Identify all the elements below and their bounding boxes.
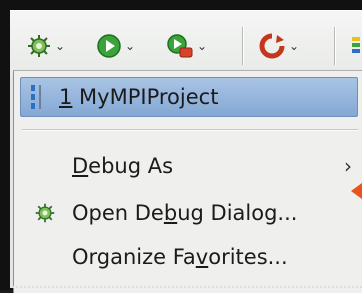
orange-marker-arrow	[351, 183, 362, 199]
organize-text-post: orites...	[208, 245, 288, 269]
debug-dropdown-arrow[interactable]: ⌄	[55, 39, 65, 53]
chart-toolbar-button[interactable]	[350, 29, 362, 63]
open-dialog-text-post: ug Dialog...	[177, 201, 298, 225]
debug-dropdown-menu: 1 MyMPIProject Debug As › Open Debug Dia…	[13, 70, 362, 293]
menu-separator	[22, 129, 358, 131]
refresh-icon	[259, 33, 285, 59]
menu-item-recent-launch-label: 1 MyMPIProject	[59, 85, 218, 109]
profile-dropdown-arrow[interactable]: ⌄	[289, 39, 299, 53]
debug-as-mnemonic: D	[72, 154, 89, 178]
external-tools-dropdown-arrow[interactable]: ⌄	[197, 39, 207, 53]
run-dropdown-arrow[interactable]: ⌄	[125, 39, 135, 53]
external-tools-button[interactable]: ⌄	[166, 29, 207, 63]
organize-mnemonic: v	[195, 245, 209, 269]
menu-item-open-debug-dialog-label: Open Debug Dialog...	[72, 201, 297, 225]
debug-toolbar-button[interactable]: ⌄	[26, 29, 65, 63]
run-toolbar-button[interactable]: ⌄	[96, 29, 135, 63]
submenu-arrow-icon: ›	[344, 154, 352, 178]
open-dialog-text-pre: Open De	[72, 201, 164, 225]
main-toolbar: ⌄ ⌄ ⌄ ⌄	[10, 10, 362, 77]
recent-launch-name: MyMPIProject	[72, 85, 219, 109]
debug-as-text-post: ebug As	[88, 154, 174, 178]
recent-launch-mnemonic: 1	[59, 85, 73, 109]
dotted-border	[12, 286, 362, 288]
menu-item-recent-launch[interactable]: 1 MyMPIProject	[20, 77, 358, 117]
menu-item-organize-favorites[interactable]: Organize Favorites...	[20, 237, 360, 277]
debug-gear-icon	[28, 35, 50, 57]
menu-item-open-debug-dialog[interactable]: Open Debug Dialog...	[20, 193, 360, 233]
menu-item-debug-as[interactable]: Debug As ›	[20, 146, 360, 186]
profile-toolbar-button[interactable]: ⌄	[258, 29, 299, 63]
menu-item-debug-as-label: Debug As	[72, 154, 173, 178]
toolbar-separator	[334, 27, 336, 65]
organize-text-pre: Organize Fa	[72, 245, 196, 269]
mpi-launch-icon	[31, 85, 41, 109]
run-icon	[97, 34, 121, 58]
run-external-icon	[167, 34, 193, 58]
toolbar-separator	[242, 27, 244, 65]
chart-icon	[352, 37, 360, 53]
open-dialog-mnemonic: b	[163, 201, 178, 225]
debug-gear-icon	[35, 203, 55, 223]
menu-item-organize-favorites-label: Organize Favorites...	[72, 245, 288, 269]
